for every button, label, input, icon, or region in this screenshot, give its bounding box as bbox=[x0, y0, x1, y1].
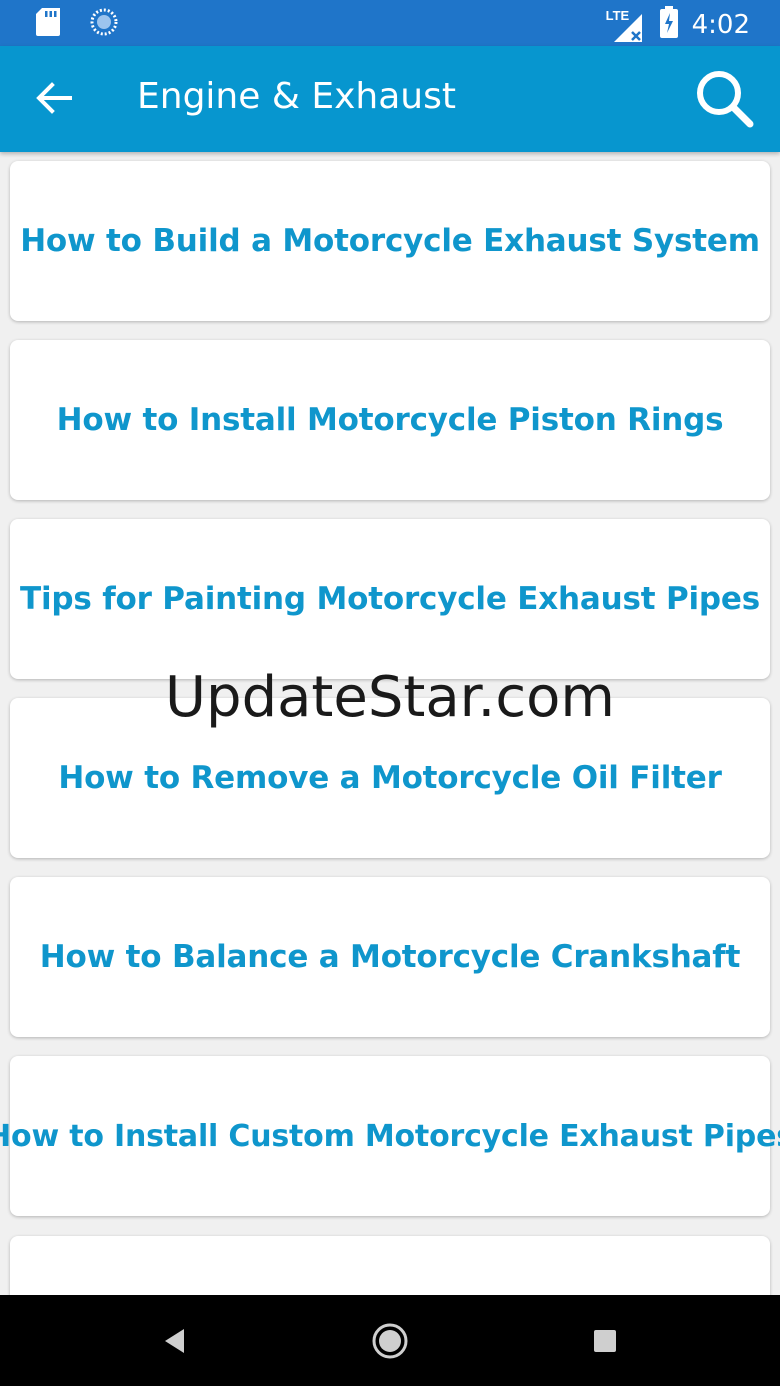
list-item[interactable]: How to Install Custom Motorcycle Exhaust… bbox=[0, 1056, 780, 1216]
status-time: 4:02 bbox=[691, 9, 750, 40]
list-item-label: Tips for Painting Motorcycle Exhaust Pip… bbox=[20, 581, 760, 617]
recents-square-icon bbox=[594, 1330, 616, 1352]
back-triangle-icon bbox=[165, 1329, 184, 1353]
list-item[interactable]: How to Remove a Motorcycle Oil Filter bbox=[10, 698, 770, 858]
status-bar: LTE 4:02 bbox=[0, 0, 780, 46]
list-item-label: How to Balance a Motorcycle Crankshaft bbox=[39, 939, 741, 975]
sd-card-icon bbox=[36, 8, 60, 41]
nav-home-button[interactable] bbox=[366, 1317, 414, 1365]
search-icon bbox=[697, 71, 754, 128]
page-title: Engine & Exhaust bbox=[137, 76, 456, 117]
app-bar: Engine & Exhaust bbox=[0, 46, 780, 152]
list-item-label: How to Install Motorcycle Piston Rings bbox=[56, 402, 724, 438]
list-item[interactable] bbox=[10, 1236, 770, 1295]
battery-charging-icon bbox=[659, 6, 678, 43]
nav-recents-button[interactable] bbox=[581, 1317, 629, 1365]
back-button[interactable] bbox=[32, 76, 76, 120]
system-nav-bar bbox=[0, 1295, 780, 1386]
list-item-label: How to Install Custom Motorcycle Exhaust… bbox=[0, 1118, 780, 1154]
back-arrow-icon bbox=[36, 82, 72, 114]
list-item-label: How to Build a Motorcycle Exhaust System bbox=[20, 223, 760, 259]
search-button[interactable] bbox=[694, 68, 756, 130]
lte-signal-icon: LTE bbox=[606, 8, 646, 42]
list-item[interactable]: How to Build a Motorcycle Exhaust System bbox=[10, 161, 770, 321]
sync-icon bbox=[90, 8, 118, 41]
article-list: How to Build a Motorcycle Exhaust System… bbox=[0, 152, 780, 1295]
nav-back-button[interactable] bbox=[152, 1317, 200, 1365]
list-item[interactable]: How to Install Motorcycle Piston Rings bbox=[10, 340, 770, 500]
home-circle-icon bbox=[372, 1323, 408, 1359]
list-item-label: How to Remove a Motorcycle Oil Filter bbox=[58, 760, 722, 796]
list-item[interactable]: Tips for Painting Motorcycle Exhaust Pip… bbox=[10, 519, 770, 679]
list-item[interactable]: How to Balance a Motorcycle Crankshaft bbox=[10, 877, 770, 1037]
